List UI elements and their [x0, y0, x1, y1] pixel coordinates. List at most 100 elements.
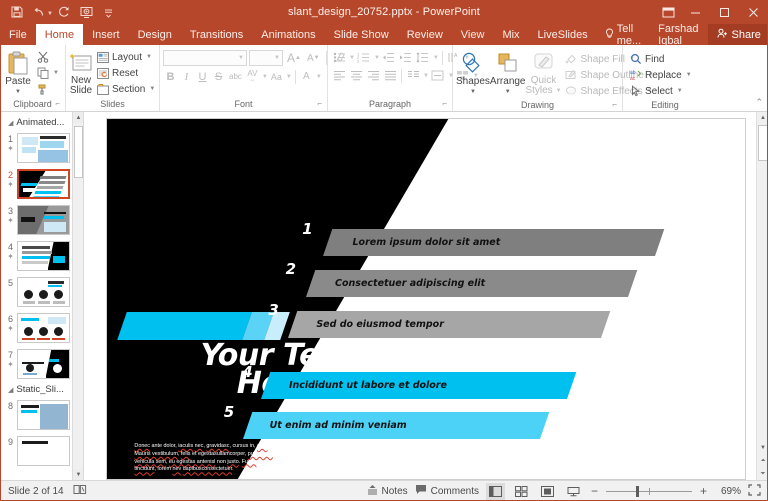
clipboard-dialog-launcher-icon[interactable]: ⌐ [55, 97, 60, 110]
zoom-slider[interactable] [606, 491, 692, 492]
zoom-slider-handle[interactable] [636, 486, 639, 497]
decrease-font-size-button[interactable]: A▼ [305, 51, 322, 66]
section-dropdown-icon[interactable]: ▼ [149, 86, 155, 92]
character-spacing-dropdown-icon[interactable]: ▼ [262, 74, 268, 80]
thumbnail-slide-4[interactable]: 4 ✦ [0, 238, 72, 274]
row-item-5[interactable]: Ut enim ad minim veniam [243, 412, 540, 439]
row-item-4[interactable]: Incididunt ut labore et dolore [261, 372, 567, 399]
font-size-dropdown-icon[interactable]: ▼ [274, 55, 280, 61]
previous-slide-icon[interactable]: ⏶ [757, 455, 768, 467]
font-size-input[interactable]: ▼ [249, 50, 283, 66]
select-dropdown-icon[interactable]: ▼ [677, 88, 683, 94]
tab-insert[interactable]: Insert [83, 24, 129, 45]
tab-liveslides[interactable]: LiveSlides [529, 24, 597, 45]
quick-styles-button[interactable]: Quick Styles ▼ [526, 47, 562, 96]
row-item-2[interactable]: Consectetuer adipiscing elit [306, 270, 628, 297]
drawing-dialog-launcher-icon[interactable]: ⌐ [612, 98, 617, 111]
bullets-icon[interactable] [331, 50, 347, 65]
select-button[interactable]: Select ▼ [626, 83, 695, 99]
copy-button[interactable]: ▼ [33, 65, 62, 81]
scroll-down-arrow[interactable]: ▼ [73, 469, 84, 480]
customize-qat-icon[interactable] [98, 2, 119, 22]
justify-icon[interactable] [382, 68, 398, 83]
zoom-level[interactable]: 69% [715, 486, 741, 497]
paragraph-dialog-launcher-icon[interactable]: ⌐ [442, 97, 447, 110]
start-from-beginning-icon[interactable] [76, 2, 97, 22]
new-slide-button[interactable]: New Slide [69, 47, 93, 96]
reset-button[interactable]: Reset [93, 65, 158, 81]
bold-button[interactable]: B [163, 69, 178, 84]
section-header-animated[interactable]: ◢ Animated... [0, 115, 72, 130]
tab-animations[interactable]: Animations [252, 24, 324, 45]
normal-view-button[interactable] [486, 483, 505, 500]
row-item-3[interactable]: Sed do eiusmod tempor [288, 311, 601, 338]
columns-icon[interactable] [405, 68, 421, 83]
thumbnail-slide-9[interactable]: 9 [0, 433, 72, 469]
thumbnail-slide-8[interactable]: 8 [0, 397, 72, 433]
tab-view[interactable]: View [452, 24, 494, 45]
tab-home[interactable]: Home [36, 24, 83, 45]
scroll-up-arrow[interactable]: ▲ [73, 112, 84, 123]
language-icon[interactable] [73, 484, 87, 498]
decrease-indent-icon[interactable] [381, 50, 397, 65]
section-header-static[interactable]: ◢ Static_Sli... [0, 382, 72, 397]
tab-transitions[interactable]: Transitions [181, 24, 252, 45]
undo-icon[interactable] [28, 2, 49, 22]
canvas-scroll-down-icon[interactable]: ▼ [757, 442, 768, 454]
thumbnail-scrollbar[interactable]: ▲ ▼ [72, 112, 83, 480]
layout-dropdown-icon[interactable]: ▼ [146, 54, 152, 60]
row-item-1[interactable]: Lorem ipsum dolor sit amet [323, 229, 655, 256]
increase-indent-icon[interactable] [398, 50, 414, 65]
canvas-scroll-up-icon[interactable]: ▲ [757, 112, 768, 124]
thumbnail-slide-6[interactable]: 6 ✦ [0, 310, 72, 346]
slide-editing-surface[interactable]: Your Text Here Donec ante dolor, iaculis… [106, 118, 746, 480]
change-case-button[interactable]: Aa [269, 69, 284, 84]
collapse-triangle-icon[interactable]: ◢ [8, 119, 13, 127]
user-account[interactable]: Farshad Iqbal [649, 23, 707, 47]
canvas-scrollbar[interactable]: ▲ ▼ ⏶ ⏷ [756, 112, 768, 480]
collapse-triangle-icon[interactable]: ◢ [8, 386, 13, 394]
font-name-input[interactable]: ▼ [163, 50, 247, 66]
close-button[interactable] [739, 0, 768, 24]
character-spacing-button[interactable]: AV↔ [245, 69, 260, 84]
fit-to-window-icon[interactable] [748, 484, 761, 499]
numbering-icon[interactable]: 123 [356, 50, 372, 65]
cut-button[interactable] [33, 49, 62, 65]
italic-button[interactable]: I [179, 69, 194, 84]
thumbnail-list[interactable]: ◢ Animated... 1 ✦ [0, 112, 72, 480]
tell-me-search[interactable]: Tell me... [597, 24, 649, 45]
tab-review[interactable]: Review [398, 24, 452, 45]
notes-button[interactable]: Notes [367, 484, 408, 498]
tab-slide-show[interactable]: Slide Show [325, 24, 398, 45]
arrange-dropdown-icon[interactable]: ▼ [505, 87, 511, 98]
font-color-dropdown-icon[interactable]: ▼ [316, 74, 322, 80]
font-name-dropdown-icon[interactable]: ▼ [238, 55, 244, 61]
line-spacing-dropdown-icon[interactable]: ▼ [433, 55, 439, 61]
tab-file[interactable]: File [0, 24, 36, 45]
align-left-icon[interactable] [331, 68, 347, 83]
find-button[interactable]: Find [626, 51, 695, 67]
save-icon[interactable] [6, 2, 27, 22]
font-dialog-launcher-icon[interactable]: ⌐ [317, 97, 322, 110]
text-shadow-button[interactable]: abc [227, 69, 244, 84]
numbering-dropdown-icon[interactable]: ▼ [374, 55, 380, 61]
thumbnail-slide-2[interactable]: 2 ✦ [0, 166, 72, 202]
canvas-scrollbar-thumb[interactable] [758, 125, 768, 161]
thumbnail-slide-1[interactable]: 1 ✦ [0, 130, 72, 166]
font-color-button[interactable]: A [299, 69, 314, 84]
arrange-button[interactable]: Arrange ▼ [490, 47, 526, 98]
shapes-dropdown-icon[interactable]: ▼ [470, 87, 476, 98]
slide-sorter-view-button[interactable] [512, 483, 531, 500]
shapes-button[interactable]: Shapes ▼ [456, 47, 490, 98]
undo-dropdown-icon[interactable]: ▼ [47, 11, 53, 17]
thumbnail-slide-7[interactable]: 7 ✦ [0, 346, 72, 382]
slide-counter[interactable]: Slide 2 of 14 [8, 486, 64, 497]
tab-mix[interactable]: Mix [493, 24, 528, 45]
replace-dropdown-icon[interactable]: ▼ [686, 72, 692, 78]
ribbon-display-options-icon[interactable] [655, 0, 681, 24]
columns-dropdown-icon[interactable]: ▼ [423, 73, 429, 79]
redo-icon[interactable] [54, 2, 75, 22]
reading-view-button[interactable] [538, 483, 557, 500]
tab-design[interactable]: Design [129, 24, 181, 45]
maximize-button[interactable] [710, 0, 739, 24]
